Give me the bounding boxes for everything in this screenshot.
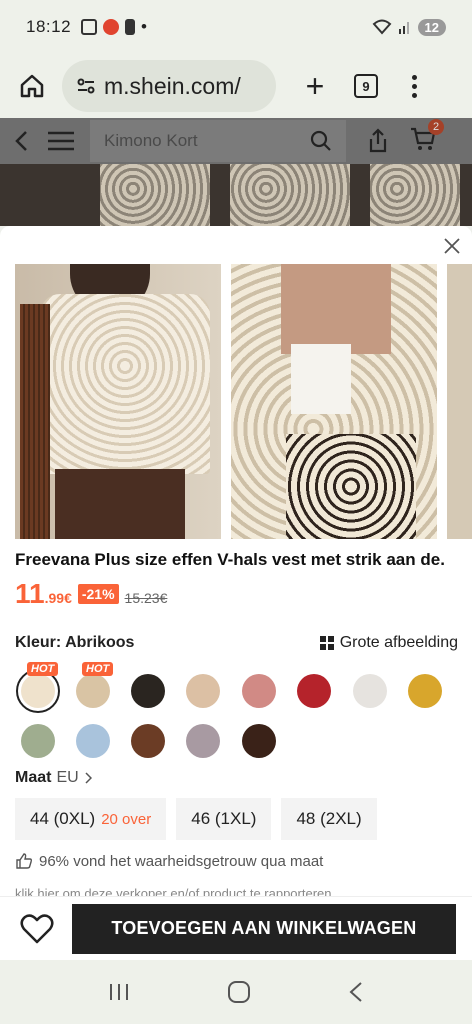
product-image-gallery[interactable]: [15, 264, 472, 539]
color-swatch[interactable]: HOT: [76, 662, 114, 708]
size-option[interactable]: 48 (2XL): [281, 798, 377, 840]
hot-badge: HOT: [82, 662, 114, 676]
more-notifications-dot: •: [141, 17, 147, 36]
address-bar[interactable]: m.shein.com/: [62, 60, 276, 112]
site-settings-icon[interactable]: [76, 76, 96, 96]
size-label: Maat: [15, 769, 52, 786]
signal-icon: [398, 22, 409, 34]
product-image-3[interactable]: [447, 264, 472, 539]
status-bar: 18:12 • 12: [0, 0, 472, 54]
size-option[interactable]: 44 (0XL) 20 over: [15, 798, 167, 840]
hamburger-menu-icon[interactable]: [48, 131, 74, 151]
browser-menu-button[interactable]: [412, 74, 417, 98]
color-swatch[interactable]: [21, 724, 55, 758]
background-product-image: [0, 164, 472, 226]
close-icon[interactable]: [442, 236, 462, 256]
large-image-label: Grote afbeelding: [339, 634, 458, 651]
color-label: Kleur: Abrikoos: [15, 634, 135, 651]
discount-badge: -21%: [77, 584, 119, 604]
color-swatch[interactable]: [242, 674, 276, 708]
back-nav-icon[interactable]: [348, 981, 364, 1003]
chevron-right-icon: [85, 772, 92, 784]
color-swatch[interactable]: [297, 674, 331, 708]
size-option[interactable]: 46 (1XL): [176, 798, 272, 840]
color-swatch[interactable]: [131, 674, 165, 708]
color-swatch[interactable]: [76, 724, 110, 758]
product-quickview-sheet: Freevana Plus size effen V-hals vest met…: [0, 226, 472, 896]
home-button[interactable]: [14, 68, 50, 104]
screenshot-icon: [81, 19, 98, 35]
alert-icon: [125, 19, 136, 35]
home-nav-icon[interactable]: [227, 980, 251, 1004]
grid-icon: [319, 636, 334, 650]
thumbs-up-icon: [16, 853, 33, 869]
app-notification-icon: [103, 19, 120, 35]
cart-badge: 2: [428, 118, 444, 135]
site-search-input[interactable]: Kimono Kort: [90, 120, 346, 162]
size-fit-info: 96% vond het waarheidsgetrouw qua maat: [15, 852, 323, 870]
large-image-toggle[interactable]: Grote afbeelding: [319, 634, 458, 652]
hot-badge: HOT: [27, 662, 59, 676]
search-icon[interactable]: [310, 130, 332, 152]
search-placeholder: Kimono Kort: [104, 131, 198, 150]
product-image-2[interactable]: [231, 264, 437, 539]
url-text: m.shein.com/: [104, 72, 241, 99]
site-header: Kimono Kort 2: [0, 118, 472, 164]
color-swatch[interactable]: [408, 674, 442, 708]
tab-switcher-button[interactable]: 9: [354, 74, 378, 98]
recents-icon[interactable]: [108, 982, 130, 1002]
color-swatch[interactable]: [242, 724, 276, 758]
battery-indicator: 12: [417, 18, 446, 36]
color-swatch[interactable]: [186, 674, 220, 708]
system-nav-bar: [0, 960, 472, 1024]
color-header: Kleur: Abrikoos Grote afbeelding: [15, 634, 458, 652]
report-link[interactable]: klik hier om deze verkoper en/of product…: [15, 886, 332, 896]
size-options: 44 (0XL) 20 over 46 (1XL) 48 (2XL): [15, 798, 377, 840]
share-icon[interactable]: [366, 128, 390, 154]
back-icon[interactable]: [14, 130, 30, 152]
new-tab-button[interactable]: +: [300, 68, 330, 105]
color-swatch[interactable]: HOT: [16, 662, 60, 713]
home-icon: [20, 74, 44, 98]
stock-left: 20 over: [101, 810, 152, 828]
product-image-1[interactable]: [15, 264, 221, 539]
heart-icon: [20, 913, 54, 943]
status-time: 18:12: [26, 17, 72, 36]
bottom-action-bar: TOEVOEGEN AAN WINKELWAGEN: [0, 896, 472, 960]
color-swatch[interactable]: [186, 724, 220, 758]
add-to-cart-button[interactable]: TOEVOEGEN AAN WINKELWAGEN: [71, 903, 456, 954]
size-unit: EU: [56, 769, 79, 786]
price-row: 11.99€ -21% 15.23€: [15, 578, 167, 610]
color-swatch[interactable]: [131, 724, 165, 758]
wifi-icon: [372, 19, 391, 35]
wishlist-button[interactable]: [16, 908, 58, 950]
color-swatch[interactable]: [353, 674, 387, 708]
sale-price: 11.99€: [15, 578, 72, 609]
product-title[interactable]: Freevana Plus size effen V-hals vest met…: [15, 550, 445, 570]
size-header[interactable]: Maat EU: [15, 769, 92, 787]
browser-toolbar: m.shein.com/ + 9: [0, 54, 472, 118]
cart-button[interactable]: 2: [410, 118, 444, 156]
original-price: 15.23€: [124, 590, 168, 606]
